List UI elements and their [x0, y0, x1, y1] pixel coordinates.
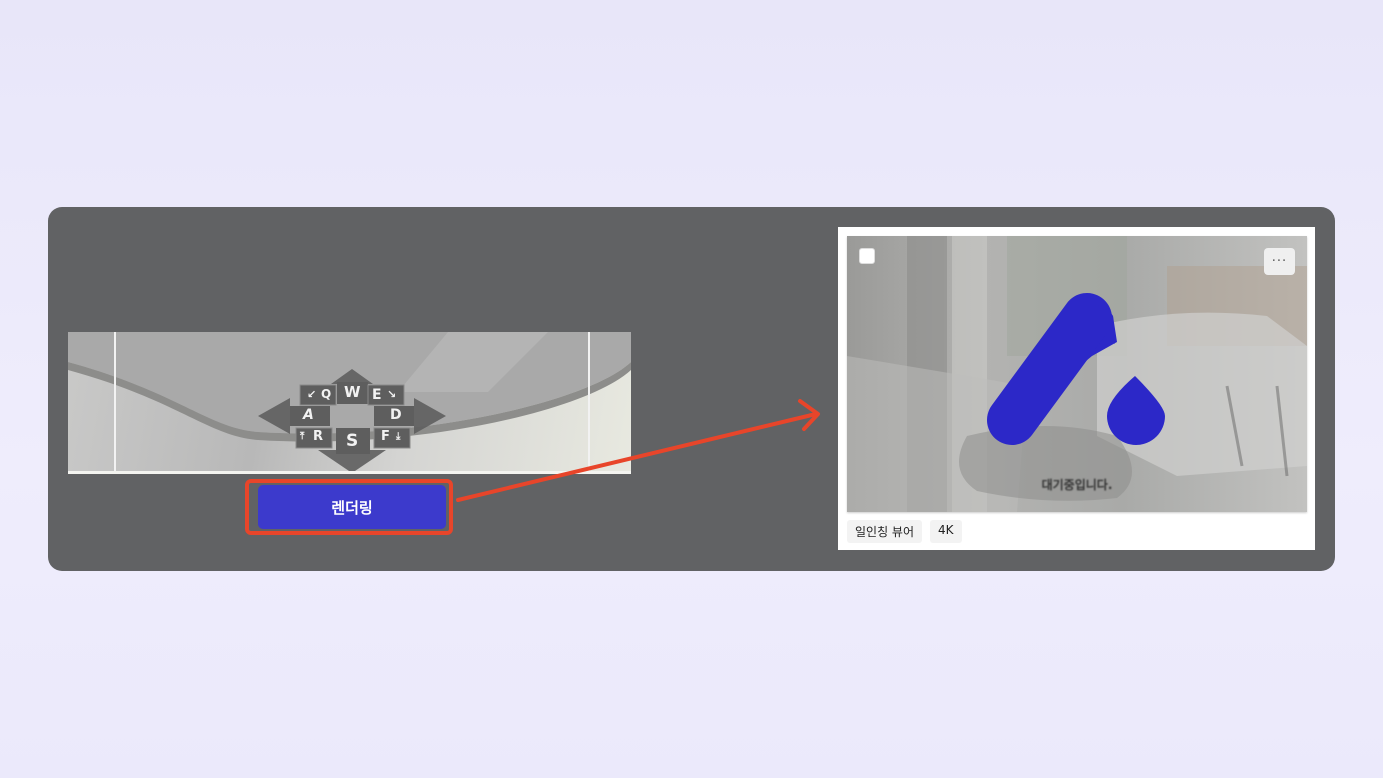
render-thumbnail[interactable]: ··· 대기중입니다.: [847, 236, 1307, 512]
key-r-arrow-icon: ⤒: [300, 431, 305, 442]
key-w-label: W: [344, 383, 361, 401]
key-q-label: Q: [321, 387, 332, 401]
tag-resolution: 4K: [930, 520, 962, 543]
tutorial-panel: W ↙ Q E ↘ A D ⤒ R S F ⤓ 렌더링 ··· 대기중입니다. …: [48, 207, 1335, 571]
render-button[interactable]: 렌더링: [258, 485, 446, 529]
key-s-label: S: [346, 431, 359, 451]
key-a-label: A: [303, 407, 314, 423]
first-person-viewport[interactable]: W ↙ Q E ↘ A D ⤒ R S F ⤓: [68, 332, 631, 474]
key-d-label: D: [390, 407, 402, 423]
tag-viewer-mode: 일인칭 뷰어: [847, 520, 923, 543]
viewport-bottom-edge: [68, 471, 631, 474]
key-q-arrow-icon: ↙: [307, 388, 317, 401]
render-tags: 일인칭 뷰어 4K: [847, 520, 962, 543]
key-f-arrow-icon: ⤓: [396, 431, 401, 442]
more-options-button[interactable]: ···: [1264, 248, 1295, 275]
render-status-text: 대기중입니다.: [1041, 478, 1113, 492]
render-result-card[interactable]: ··· 대기중입니다. 일인칭 뷰어 4K: [838, 227, 1315, 550]
key-e-arrow-icon: ↘: [387, 388, 397, 401]
logo-icon: [987, 293, 1165, 445]
key-e-label: E: [372, 387, 382, 403]
key-f-label: F: [381, 429, 390, 444]
key-r-label: R: [313, 429, 324, 444]
select-checkbox[interactable]: [859, 248, 875, 264]
